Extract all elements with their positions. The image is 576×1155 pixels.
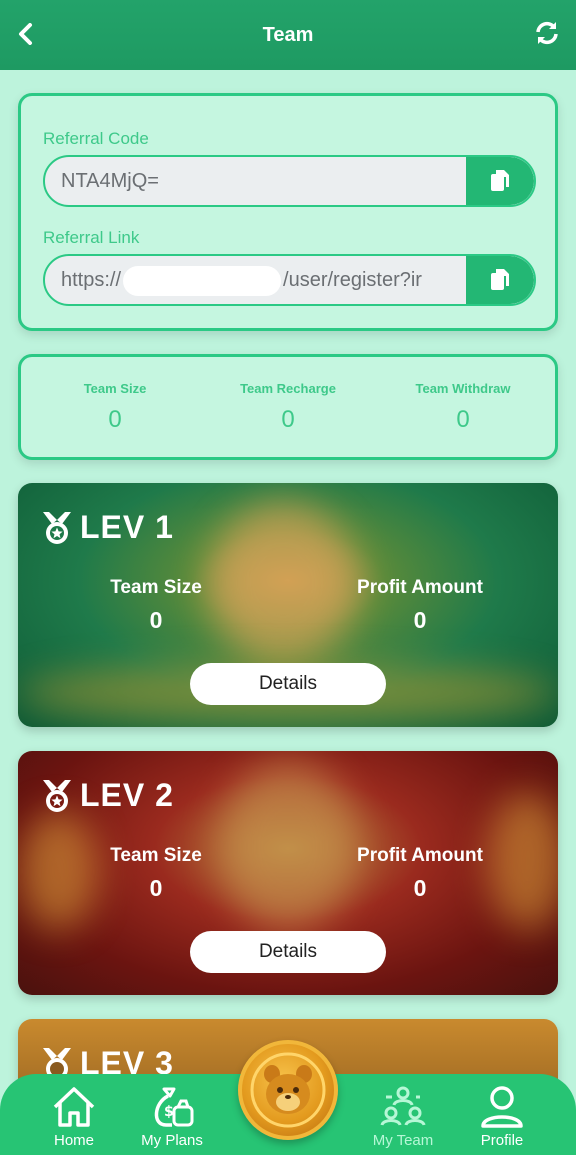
stat-team-size: Team Size 0 [83,381,147,433]
level-2-details-button[interactable]: Details [190,931,386,973]
hamster-coin-button[interactable] [238,1040,338,1140]
hamster-coin-icon [250,1052,326,1128]
stat-team-withdraw: Team Withdraw 0 [415,381,511,433]
copy-icon [491,269,509,290]
level-1-title: LEV 1 [40,509,174,546]
team-icon [380,1086,426,1126]
stat-team-recharge: Team Recharge 0 [240,381,336,433]
medal-icon [43,511,71,544]
refresh-icon [536,21,558,45]
team-stats-card: Team Size 0 Team Recharge 0 Team Withdra… [18,354,558,460]
copy-link-button[interactable] [466,256,534,304]
chevron-left-icon [19,23,32,45]
back-button[interactable] [14,20,38,48]
nav-my-plans-label: My Plans [141,1132,203,1149]
nav-my-plans[interactable]: $ My Plans [122,1082,222,1149]
nav-profile-label: Profile [480,1132,524,1149]
money-bag-icon: $ [154,1087,194,1127]
nav-profile[interactable]: Profile [452,1082,552,1149]
level-1-card: LEV 1 Team Size 0 Profit Amount 0 Detail… [18,483,558,727]
nav-my-team[interactable]: My Team [353,1082,453,1149]
copy-code-button[interactable] [466,157,534,205]
level-2-team-size: Team Size 0 [110,845,202,901]
referral-link-value: https:///user/register?ir [61,256,453,304]
svg-text:$: $ [164,1104,174,1120]
referral-code-label: Referral Code [43,129,149,148]
level-2-profit: Profit Amount 0 [357,845,483,901]
top-bar: Team [0,0,576,70]
referral-code-field: NTA4MjQ= [43,155,536,207]
home-icon [53,1087,95,1127]
level-1-team-size: Team Size 0 [110,577,202,633]
nav-home[interactable]: Home [24,1082,124,1149]
nav-home-label: Home [53,1132,94,1149]
copy-icon [491,170,509,191]
medal-icon [43,779,71,812]
page-title: Team [262,23,314,46]
level-1-profit: Profit Amount 0 [357,577,483,633]
level-2-card: LEV 2 Team Size 0 Profit Amount 0 Detail… [18,751,558,995]
nav-my-team-label: My Team [372,1132,434,1149]
user-icon [481,1086,523,1128]
redacted-domain [123,265,282,296]
referral-link-label: Referral Link [43,228,140,247]
referral-card: Referral Code NTA4MjQ= Referral Link htt… [18,93,558,331]
refresh-button[interactable] [532,18,562,48]
level-1-details-button[interactable]: Details [190,663,386,705]
referral-code-value: NTA4MjQ= [61,170,159,192]
level-2-title: LEV 2 [40,777,174,814]
referral-link-field: https:///user/register?ir [43,254,536,306]
